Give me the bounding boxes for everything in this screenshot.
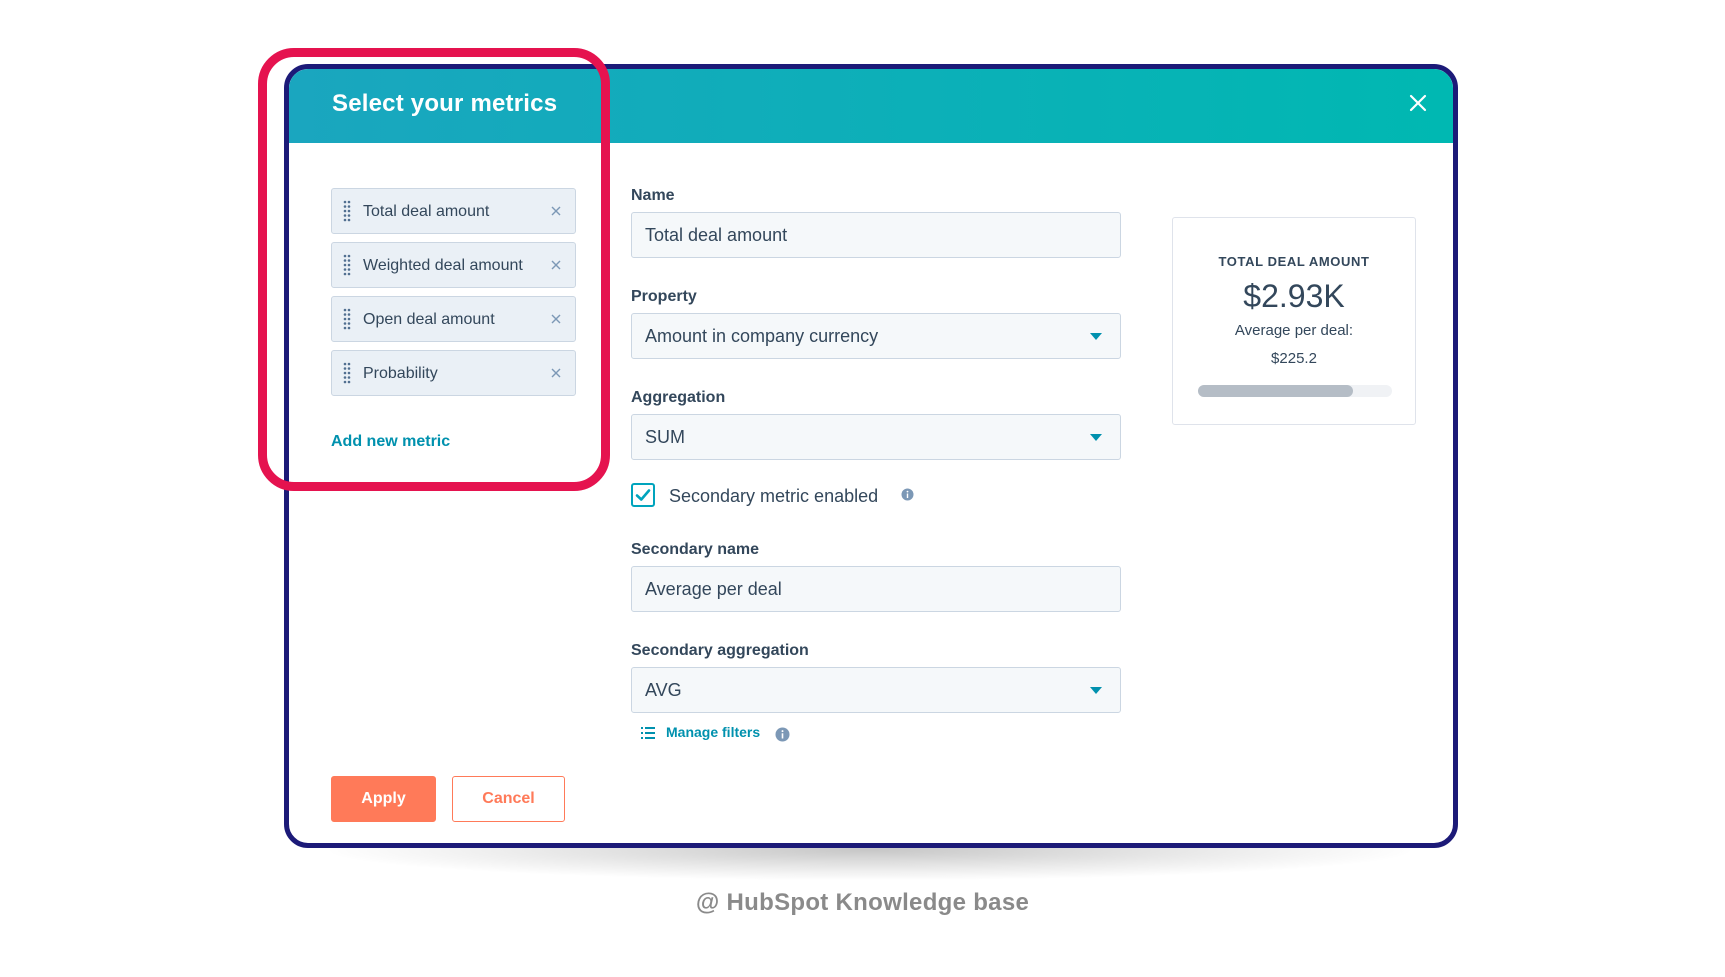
stage: Select your metrics Total deal amount We… — [0, 0, 1725, 977]
secondary-name-label: Secondary name — [631, 541, 760, 558]
property-label: Property — [631, 288, 697, 305]
preview-progress-track — [1198, 385, 1392, 397]
manage-filters-label: Manage filters — [666, 724, 761, 740]
checkmark-icon — [635, 489, 651, 501]
property-select-value: Amount in company currency — [645, 326, 879, 346]
caret-down-icon — [1090, 333, 1102, 340]
preview-title: TOTAL DEAL AMOUNT — [1218, 254, 1370, 269]
caret-down-icon — [1090, 434, 1102, 441]
secondary-aggregation-select-value: AVG — [645, 680, 682, 700]
secondary-name-input[interactable]: Average per deal — [631, 566, 1121, 612]
info-icon[interactable] — [775, 727, 790, 742]
filter-icon — [641, 726, 655, 740]
preview-progress-fill — [1198, 385, 1354, 397]
aggregation-select[interactable]: SUM — [631, 414, 1121, 460]
preview-secondary-name: Average per deal: — [1234, 322, 1354, 339]
info-icon[interactable] — [901, 488, 914, 501]
aggregation-label: Aggregation — [631, 389, 726, 406]
cancel-button[interactable]: Cancel — [452, 776, 565, 822]
metric-preview-card: TOTAL DEAL AMOUNT $2.93K Average per dea… — [1172, 217, 1416, 425]
property-select[interactable]: Amount in company currency — [631, 313, 1121, 359]
secondary-metric-checkbox[interactable] — [631, 483, 655, 507]
highlight-annotation — [258, 48, 610, 491]
name-input[interactable]: Total deal amount — [631, 212, 1121, 258]
secondary-aggregation-label: Secondary aggregation — [631, 642, 809, 659]
caret-down-icon — [1090, 687, 1102, 694]
preview-value: $2.93K — [1243, 278, 1345, 314]
secondary-metric-label: Secondary metric enabled — [669, 486, 879, 506]
apply-button[interactable]: Apply — [331, 776, 436, 822]
close-icon[interactable] — [1401, 86, 1435, 120]
secondary-aggregation-select[interactable]: AVG — [631, 667, 1121, 713]
aggregation-select-value: SUM — [645, 427, 685, 447]
watermark: @ HubSpot Knowledge base — [695, 889, 1030, 916]
name-label: Name — [631, 187, 675, 204]
preview-secondary-value: $225.2 — [1271, 350, 1317, 367]
